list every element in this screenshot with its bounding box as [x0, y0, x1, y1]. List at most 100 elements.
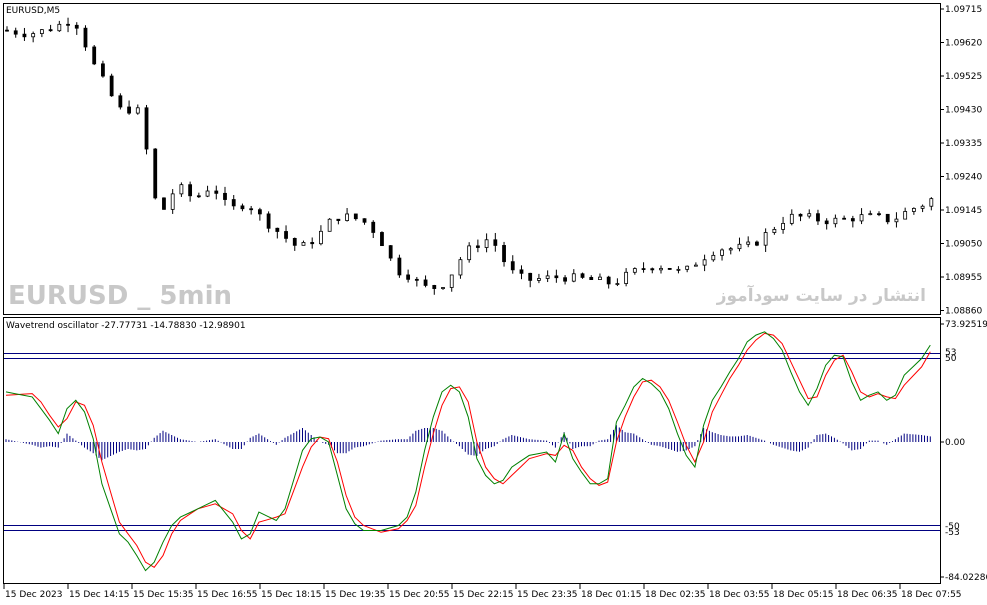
candle-body — [301, 242, 306, 246]
candle-body — [223, 192, 227, 200]
time-tick-label: 15 Dec 16:55 — [197, 590, 258, 600]
candle-body — [39, 29, 44, 34]
candle-body — [676, 268, 681, 271]
price-axis: 1.09715 1.09620 1.09525 1.09430 1.09335 1.092… — [940, 5, 982, 317]
time-tick-label: 18 Dec 01:15 — [581, 590, 642, 600]
candle-body — [929, 198, 934, 207]
time-tick-label: 15 Dec 23:35 — [517, 590, 578, 600]
candle-body — [406, 274, 411, 280]
watermark-left: EURUSD _ 5min — [8, 281, 232, 311]
candle-body — [48, 29, 53, 32]
candle-body — [493, 239, 498, 246]
candle-body — [310, 242, 315, 245]
candle-body — [693, 264, 698, 267]
time-tick-label: 18 Dec 03:55 — [709, 590, 770, 600]
candle-body — [135, 107, 140, 114]
candle-body — [327, 218, 332, 232]
candle-body — [510, 261, 515, 271]
candle-body — [449, 274, 454, 288]
symbol-label: EURUSD,M5 — [6, 6, 60, 16]
candle-body — [877, 213, 881, 216]
candle-body — [57, 23, 62, 32]
candle-body — [650, 268, 655, 271]
candle-body — [772, 229, 777, 233]
candle-body — [545, 275, 550, 279]
oscillator-axis: 73.92519 53 50 0.00 -50 -53 -84.02286 — [940, 320, 987, 583]
candle-body — [789, 213, 794, 224]
candle-body — [31, 33, 36, 38]
candle-body — [74, 24, 79, 29]
osc-axis-min: -84.02286 — [945, 573, 987, 583]
candle-body — [423, 279, 428, 286]
candle-body — [711, 254, 716, 261]
candle-body — [746, 241, 751, 245]
candle-body — [755, 241, 759, 246]
candle-body — [5, 29, 9, 32]
candle-body — [580, 273, 585, 278]
candle-body — [685, 265, 690, 270]
price-tick-label: 1.09335 — [945, 139, 982, 149]
wavetrend-histogram — [5, 425, 931, 461]
candle-body — [659, 267, 663, 271]
candle-body — [920, 205, 925, 209]
price-tick-label: 1.09240 — [945, 173, 982, 183]
candle-body — [484, 239, 489, 248]
time-tick-label: 15 Dec 19:35 — [325, 590, 386, 600]
candle-body — [118, 95, 123, 108]
candle-body — [911, 207, 916, 212]
candle-body — [162, 197, 166, 210]
candle-body — [441, 287, 445, 289]
time-tick-label: 15 Dec 20:55 — [389, 590, 450, 600]
candle-body — [641, 268, 646, 270]
candle-body — [144, 107, 149, 150]
candle-body — [170, 193, 175, 210]
price-tick-label: 1.08955 — [945, 273, 982, 283]
price-tick-label: 1.09145 — [945, 206, 982, 216]
candle-body — [380, 232, 384, 247]
candle-body — [414, 278, 419, 281]
candle-body — [737, 243, 742, 250]
candle-body — [606, 276, 611, 285]
candle-body — [249, 208, 254, 211]
candle-body — [179, 184, 184, 195]
price-tick-label: 1.09620 — [945, 39, 982, 49]
candle-body — [850, 218, 855, 222]
candle-body — [667, 267, 672, 270]
price-panel-frame — [3, 3, 941, 315]
time-tick-label: 15 Dec 22:15 — [453, 590, 514, 600]
candle-body — [336, 218, 341, 221]
candle-body — [571, 273, 576, 282]
candle-body — [475, 245, 480, 248]
candle-body — [83, 27, 88, 48]
candle-body — [353, 213, 358, 220]
time-tick-label: 18 Dec 05:15 — [773, 590, 834, 600]
candle-body — [632, 268, 637, 273]
price-candles — [5, 17, 934, 295]
indicator-label: Wavetrend oscillator -27.77731 -14.78830… — [6, 321, 246, 331]
candle-body — [781, 222, 785, 230]
candle-body — [885, 213, 890, 223]
candle-body — [842, 217, 847, 220]
candle-body — [528, 272, 533, 281]
candle-body — [397, 257, 402, 276]
candle-body — [467, 245, 472, 261]
candle-body — [519, 269, 524, 274]
candle-body — [859, 214, 864, 222]
time-tick-label: 15 Dec 15:35 — [133, 590, 194, 600]
trading-chart[interactable]: EURUSD,M5 Wavetrend oscillator -27.77731… — [0, 0, 987, 605]
candle-body — [432, 285, 437, 289]
candle-body — [13, 30, 18, 35]
candle-body — [109, 75, 114, 97]
price-tick-label: 1.09525 — [945, 72, 982, 82]
candle-body — [554, 275, 559, 279]
candle-body — [720, 249, 724, 256]
candle-body — [563, 277, 567, 282]
candle-body — [807, 213, 812, 217]
candle-body — [153, 148, 158, 199]
candle-body — [903, 211, 908, 220]
time-tick-label: 18 Dec 02:35 — [645, 590, 706, 600]
candle-body — [127, 106, 131, 114]
candle-body — [240, 205, 245, 210]
candle-body — [816, 213, 820, 222]
candle-body — [702, 259, 707, 266]
